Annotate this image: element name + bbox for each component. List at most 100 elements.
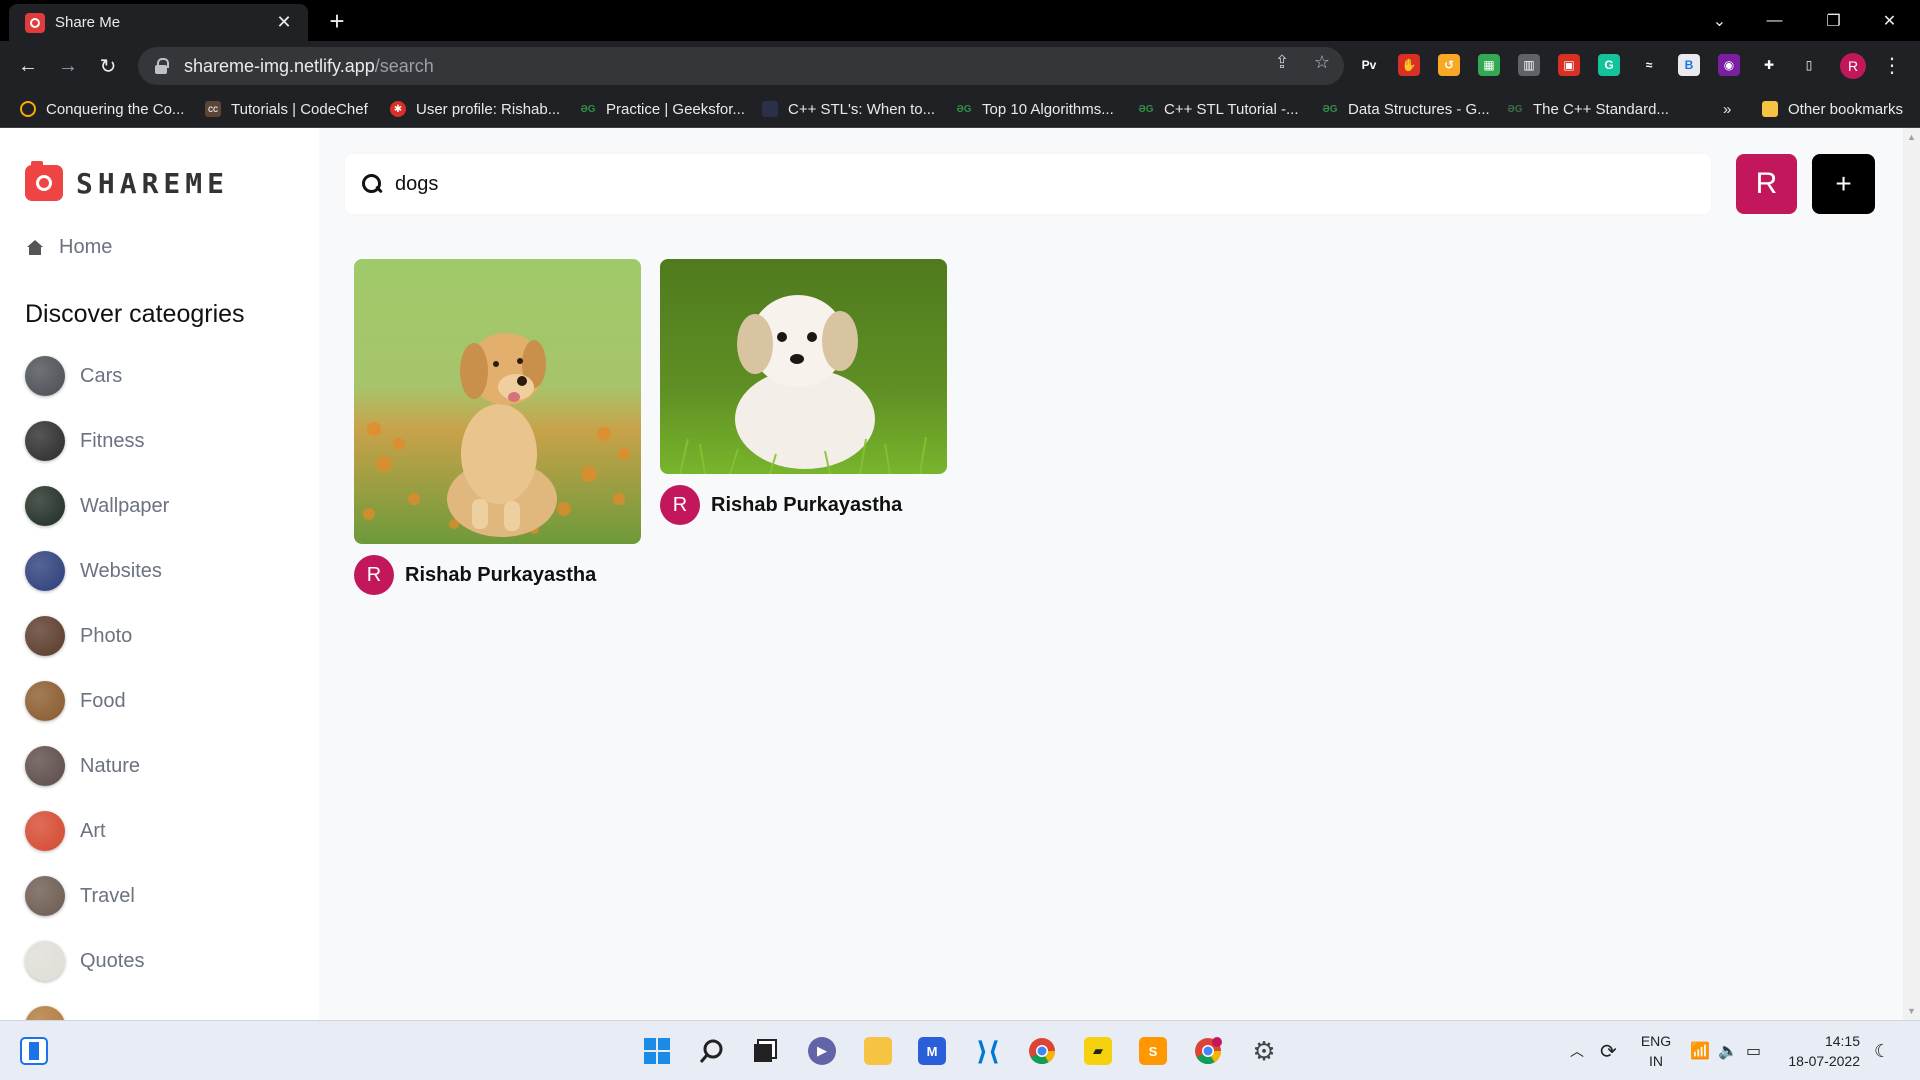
close-window-button[interactable]: ✕ xyxy=(1862,0,1917,41)
search-icon[interactable] xyxy=(698,1037,726,1065)
extension-color-icon[interactable]: ◉ xyxy=(1718,54,1740,76)
bookmark-item[interactable]: ƏG Top 10 Algorithms... xyxy=(956,90,1113,128)
avatar[interactable]: R xyxy=(660,485,700,525)
extension-stats-icon[interactable]: ▥ xyxy=(1518,54,1540,76)
whiteboard-icon[interactable]: M xyxy=(918,1037,946,1065)
clock[interactable]: 14:15 18-07-2022 xyxy=(1780,1031,1860,1071)
sidebar-category-item[interactable]: Art xyxy=(25,811,305,851)
extension-calc-icon[interactable]: ▦ xyxy=(1478,54,1500,76)
sidebar-item-home[interactable]: Home xyxy=(27,236,112,259)
category-thumbnail xyxy=(25,421,65,461)
sidebar-category-item[interactable]: Fitness xyxy=(25,421,305,461)
extension-sidepanel-icon[interactable]: ▯ xyxy=(1798,54,1820,76)
bookmark-item[interactable]: ƏG C++ STL Tutorial -... xyxy=(1138,90,1298,128)
search-input[interactable] xyxy=(395,172,1595,196)
reload-button[interactable]: ↻ xyxy=(92,50,124,82)
sidebar-category-item[interactable] xyxy=(25,1006,305,1020)
bookmark-item[interactable]: C++ STL's: When to... xyxy=(762,90,935,128)
shareme-logo[interactable]: SHAREME xyxy=(25,161,229,201)
sticky-notes-icon[interactable]: ▰ xyxy=(1084,1037,1112,1065)
codechef-icon: cc xyxy=(205,101,221,117)
bookmark-item[interactable]: ƏG Data Structures - G... xyxy=(1322,90,1489,128)
tab-search-chevron-down-icon[interactable]: ⌄ xyxy=(1692,0,1747,41)
other-bookmarks-folder[interactable]: Other bookmarks xyxy=(1762,90,1903,128)
battery-icon[interactable]: ▭ xyxy=(1746,1021,1761,1080)
widgets-icon[interactable] xyxy=(20,1037,48,1065)
notifications-moon-icon[interactable]: ☾ xyxy=(1874,1021,1890,1080)
minimize-button[interactable]: — xyxy=(1747,0,1802,41)
category-thumbnail xyxy=(25,876,65,916)
sidebar-category-item[interactable]: Travel xyxy=(25,876,305,916)
browser-profile-avatar[interactable]: R xyxy=(1840,53,1866,79)
extension-stop-icon[interactable]: ✋ xyxy=(1398,54,1420,76)
browser-tab-bar: Share Me ✕ + ⌄ — ❐ ✕ xyxy=(0,0,1920,41)
file-explorer-icon[interactable] xyxy=(864,1037,892,1065)
pin-card[interactable]: R Rishab Purkayastha xyxy=(354,259,641,595)
bookmark-item[interactable]: ✱ User profile: Rishab... xyxy=(390,90,560,128)
extension-grammarly-icon[interactable]: G xyxy=(1598,54,1620,76)
author-name[interactable]: Rishab Purkayastha xyxy=(405,564,596,587)
language-indicator[interactable]: ENG IN xyxy=(1638,1031,1674,1071)
back-button[interactable]: ← xyxy=(12,50,44,82)
page-scrollbar[interactable]: ▲ ▼ xyxy=(1903,128,1920,1020)
chrome-icon[interactable] xyxy=(1028,1037,1056,1065)
sidebar-category-item[interactable]: Photo xyxy=(25,616,305,656)
browser-tab[interactable]: Share Me ✕ xyxy=(9,4,308,41)
bookmark-item[interactable]: ƏG The C++ Standard... xyxy=(1507,90,1668,128)
user-profile-button[interactable]: R xyxy=(1736,154,1797,214)
extension-pv-icon[interactable]: Pv xyxy=(1358,54,1380,76)
bookmark-item[interactable]: Conquering the Co... xyxy=(20,90,184,128)
teams-icon[interactable]: ▶ xyxy=(808,1037,836,1065)
white-fluffy-puppy-image[interactable] xyxy=(660,259,947,474)
new-tab-button[interactable]: + xyxy=(322,6,352,37)
geeksforgeeks-icon: ƏG xyxy=(1138,103,1154,115)
bookmark-item[interactable]: ƏG Practice | Geeksfor... xyxy=(580,90,744,128)
bookmark-star-icon[interactable]: ☆ xyxy=(1310,52,1334,73)
chrome-profile-icon[interactable] xyxy=(1194,1037,1222,1065)
address-bar[interactable]: shareme-img.netlify.app/search xyxy=(138,47,1344,85)
sidebar-category-item[interactable]: Quotes xyxy=(25,941,305,981)
windows-taskbar: ▶ M ⟩⟨ ▰ S ⚙ ︿ ⟳ ENG IN 📶 🔈 ▭ 14:15 18-0… xyxy=(0,1020,1920,1080)
extension-ext-b-icon[interactable]: B xyxy=(1678,54,1700,76)
scroll-up-arrow-icon[interactable]: ▲ xyxy=(1907,132,1916,142)
category-label: Food xyxy=(80,689,126,712)
sync-icon[interactable]: ⟳ xyxy=(1600,1021,1617,1080)
wifi-icon[interactable]: 📶 xyxy=(1690,1021,1710,1080)
show-hidden-icons-chevron-up-icon[interactable]: ︿ xyxy=(1570,1021,1584,1080)
browser-menu-icon[interactable]: ⋮ xyxy=(1882,53,1902,78)
forward-button[interactable]: → xyxy=(52,50,84,82)
sidebar-category-item[interactable]: Cars xyxy=(25,356,305,396)
share-icon[interactable]: ⇪ xyxy=(1270,52,1294,73)
scroll-down-arrow-icon[interactable]: ▼ xyxy=(1907,1006,1916,1016)
category-label: Nature xyxy=(80,754,141,777)
task-view-icon[interactable] xyxy=(752,1037,780,1065)
avatar[interactable]: R xyxy=(354,555,394,595)
lock-icon[interactable] xyxy=(154,58,169,74)
extension-ext-t-icon[interactable]: ≈ xyxy=(1638,54,1660,76)
search-bar[interactable] xyxy=(345,154,1711,214)
extension-puzzle-icon[interactable]: ✚ xyxy=(1758,54,1780,76)
settings-icon[interactable]: ⚙ xyxy=(1250,1036,1278,1066)
pin-author[interactable]: R Rishab Purkayastha xyxy=(354,555,641,595)
vscode-icon[interactable]: ⟩⟨ xyxy=(974,1036,1002,1066)
golden-retriever-puppy-image[interactable] xyxy=(354,259,641,544)
tab-close-icon[interactable]: ✕ xyxy=(274,12,294,33)
sidebar-category-item[interactable]: Food xyxy=(25,681,305,721)
start-icon[interactable] xyxy=(643,1037,671,1065)
create-pin-button[interactable]: + xyxy=(1812,154,1875,214)
sidebar-category-item[interactable]: Websites xyxy=(25,551,305,591)
restore-button[interactable]: ❐ xyxy=(1806,0,1861,41)
pin-card[interactable]: R Rishab Purkayastha xyxy=(660,259,947,525)
bookmark-item[interactable]: cc Tutorials | CodeChef xyxy=(205,90,368,128)
sidebar-category-item[interactable]: Wallpaper xyxy=(25,486,305,526)
volume-icon[interactable]: 🔈 xyxy=(1718,1021,1738,1080)
author-name[interactable]: Rishab Purkayastha xyxy=(711,494,902,517)
bookmarks-overflow-button[interactable]: » xyxy=(1723,90,1731,128)
category-label: Travel xyxy=(80,884,135,907)
sublime-icon[interactable]: S xyxy=(1139,1037,1167,1065)
sidebar-category-item[interactable]: Nature xyxy=(25,746,305,786)
pin-author[interactable]: R Rishab Purkayastha xyxy=(660,485,947,525)
extension-switch-icon[interactable]: ↺ xyxy=(1438,54,1460,76)
extension-chart-icon[interactable]: ▣ xyxy=(1558,54,1580,76)
category-thumbnail xyxy=(25,486,65,526)
